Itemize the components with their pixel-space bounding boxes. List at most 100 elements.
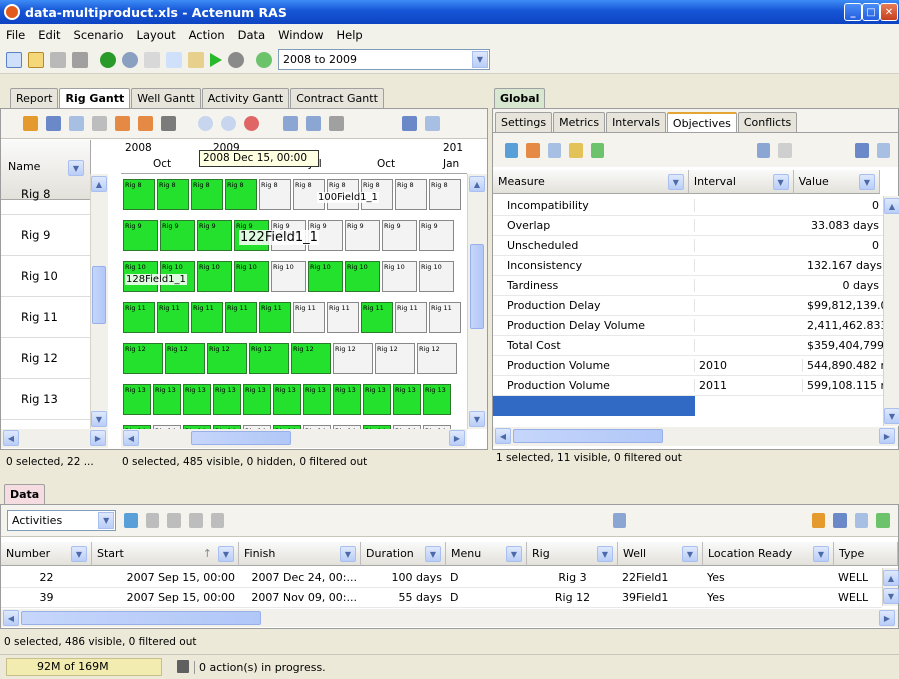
tab-metrics[interactable]: Metrics xyxy=(553,112,606,132)
rig-name-row[interactable]: Rig 11 xyxy=(1,297,91,338)
objectives-hscrollbar[interactable]: ◀ ▶ xyxy=(493,427,898,446)
name-hscrollbar[interactable]: ◀ ▶ xyxy=(1,429,108,448)
scroll-left-icon[interactable]: ◀ xyxy=(3,430,19,446)
gantt-scrollbar[interactable]: ▲ ▼ xyxy=(467,174,487,429)
chevron-down-icon[interactable]: ▼ xyxy=(506,546,522,562)
activity-bar[interactable]: Rig 8 xyxy=(395,179,427,210)
tab-conflicts[interactable]: Conflicts xyxy=(737,112,798,132)
activity-bar[interactable]: Rig 11 xyxy=(157,302,189,333)
activity-bar[interactable]: Rig 12 xyxy=(207,343,247,374)
redo-icon[interactable] xyxy=(122,51,138,68)
scroll-up-icon[interactable]: ▲ xyxy=(91,176,107,192)
maximize-button[interactable]: □ xyxy=(862,3,880,21)
menu-edit[interactable]: Edit xyxy=(38,28,60,42)
objective-row[interactable]: Total Cost $359,404,799.13 xyxy=(493,336,883,356)
objective-row[interactable]: Production Volume2011 599,108.115 m³ xyxy=(493,376,883,396)
data-columns-icon[interactable] xyxy=(854,513,869,528)
activity-bar[interactable]: Rig 9 xyxy=(345,220,380,251)
remove-icon[interactable] xyxy=(138,116,153,131)
activity-bar[interactable]: Rig 12 xyxy=(291,343,331,374)
menu-help[interactable]: Help xyxy=(336,28,362,42)
activity-bar[interactable]: Rig 11 xyxy=(259,302,291,333)
unassign-icon[interactable] xyxy=(115,116,130,131)
activity-bar[interactable]: Rig 13 xyxy=(123,384,151,415)
activity-bar[interactable]: Rig 12 xyxy=(123,343,163,374)
menu-data[interactable]: Data xyxy=(238,28,265,42)
scroll-up-icon[interactable]: ▲ xyxy=(883,570,899,586)
scroll-left-icon[interactable]: ◀ xyxy=(495,428,511,444)
objective-row[interactable]: Overlap 33.083 days xyxy=(493,216,883,236)
data-export-icon[interactable] xyxy=(876,513,890,528)
tab-global[interactable]: Global xyxy=(494,88,546,108)
menu-layout[interactable]: Layout xyxy=(137,28,176,42)
scroll-right-icon[interactable]: ▶ xyxy=(879,610,895,626)
tab-intervals[interactable]: Intervals xyxy=(606,112,666,132)
layout-icon[interactable] xyxy=(425,116,440,131)
activity-bar[interactable]: Rig 11 xyxy=(123,302,155,333)
measure-column-header[interactable]: Measure ▼ xyxy=(493,170,689,194)
chevron-down-icon[interactable]: ▼ xyxy=(98,512,115,529)
activity-bar[interactable]: Rig 13 xyxy=(333,384,361,415)
copy-icon[interactable] xyxy=(166,51,182,68)
activity-bar[interactable]: Rig 13 xyxy=(153,384,181,415)
activity-bar[interactable]: Rig 10 xyxy=(419,261,454,292)
chevron-down-icon[interactable]: ▼ xyxy=(71,546,87,562)
data-filter-icon[interactable] xyxy=(833,513,847,528)
chevron-down-icon[interactable]: ▼ xyxy=(667,174,684,190)
import-row-icon[interactable] xyxy=(210,513,225,528)
rig-name-row[interactable]: Rig 10 xyxy=(1,256,91,297)
duration-column-header[interactable]: Duration ▼ xyxy=(361,542,446,566)
chevron-down-icon[interactable]: ▼ xyxy=(425,546,441,562)
print-gantt-icon[interactable] xyxy=(329,116,344,131)
scroll-up-icon[interactable]: ▲ xyxy=(884,198,899,214)
zoom-in-icon[interactable] xyxy=(198,116,213,131)
activity-bar[interactable]: Rig 13 xyxy=(273,384,301,415)
type-column-header[interactable]: Type xyxy=(834,542,898,566)
edit-objective-icon[interactable] xyxy=(569,142,583,158)
tab-rig-gantt[interactable]: Rig Gantt xyxy=(59,88,131,108)
name-scroll-thumb[interactable] xyxy=(92,266,106,324)
chevron-down-icon[interactable]: ▼ xyxy=(472,51,488,68)
activity-bar[interactable]: Rig 12 xyxy=(165,343,205,374)
activity-bar[interactable]: Rig 12 xyxy=(249,343,289,374)
activity-bar[interactable]: Rig 8 xyxy=(123,179,155,210)
activity-bar[interactable]: Rig 13 xyxy=(303,384,331,415)
location-ready-column-header[interactable]: Location Ready ▼ xyxy=(703,542,834,566)
data-scrollbar[interactable]: ▲ ▼ xyxy=(882,568,899,606)
activity-bar[interactable]: Rig 8 xyxy=(225,179,257,210)
rig-name-row[interactable]: Rig 13 xyxy=(1,379,91,420)
gantt-hscroll-thumb[interactable] xyxy=(191,431,291,445)
activity-bar[interactable]: Rig 11 xyxy=(361,302,393,333)
menu-scenario[interactable]: Scenario xyxy=(74,28,124,42)
tab-contract-gantt[interactable]: Contract Gantt xyxy=(290,88,384,108)
rig-name-row[interactable]: Rig 12 xyxy=(1,338,91,379)
data-hscroll-thumb[interactable] xyxy=(21,611,261,625)
interval-column-header[interactable]: Interval ▼ xyxy=(688,170,794,194)
calculator-icon[interactable] xyxy=(756,142,771,158)
chevron-down-icon[interactable]: ▼ xyxy=(218,546,234,562)
lock-icon[interactable] xyxy=(23,116,38,131)
tab-objectives[interactable]: Objectives xyxy=(666,112,737,132)
table-row[interactable]: 39 2007 Sep 15, 00:00 2007 Nov 09, 00:... 5… xyxy=(1,588,882,608)
activity-bar[interactable]: Rig 11 xyxy=(395,302,427,333)
activity-bar[interactable]: Rig 13 xyxy=(393,384,421,415)
well-column-header[interactable]: Well ▼ xyxy=(618,542,703,566)
rig-column-header[interactable]: Rig ▼ xyxy=(527,542,618,566)
scroll-down-icon[interactable]: ▼ xyxy=(883,588,899,604)
chevron-down-icon[interactable]: ▼ xyxy=(772,174,789,190)
activity-bar[interactable]: Rig 9 xyxy=(197,220,232,251)
tab-data[interactable]: Data xyxy=(4,484,46,504)
scroll-right-icon[interactable]: ▶ xyxy=(449,430,465,446)
table-row[interactable]: 22 2007 Sep 15, 00:00 2007 Dec 24, 00:... 1… xyxy=(1,568,882,588)
activity-bar[interactable]: Rig 10 xyxy=(345,261,380,292)
rig-name-row[interactable]: Rig 9 xyxy=(1,215,91,256)
activity-bar[interactable]: Rig 12 xyxy=(417,343,457,374)
objective-row[interactable]: Inconsistency 132.167 days xyxy=(493,256,883,276)
data-hscrollbar[interactable]: ◀ ▶ xyxy=(1,609,898,627)
activity-bar[interactable]: Rig 13 xyxy=(213,384,241,415)
cut-icon[interactable] xyxy=(144,51,160,68)
scroll-right-icon[interactable]: ▶ xyxy=(90,430,106,446)
refresh-range-icon[interactable] xyxy=(256,51,272,68)
activity-bar[interactable]: Rig 10 xyxy=(234,261,269,292)
number-column-header[interactable]: Number ▼ xyxy=(1,542,92,566)
